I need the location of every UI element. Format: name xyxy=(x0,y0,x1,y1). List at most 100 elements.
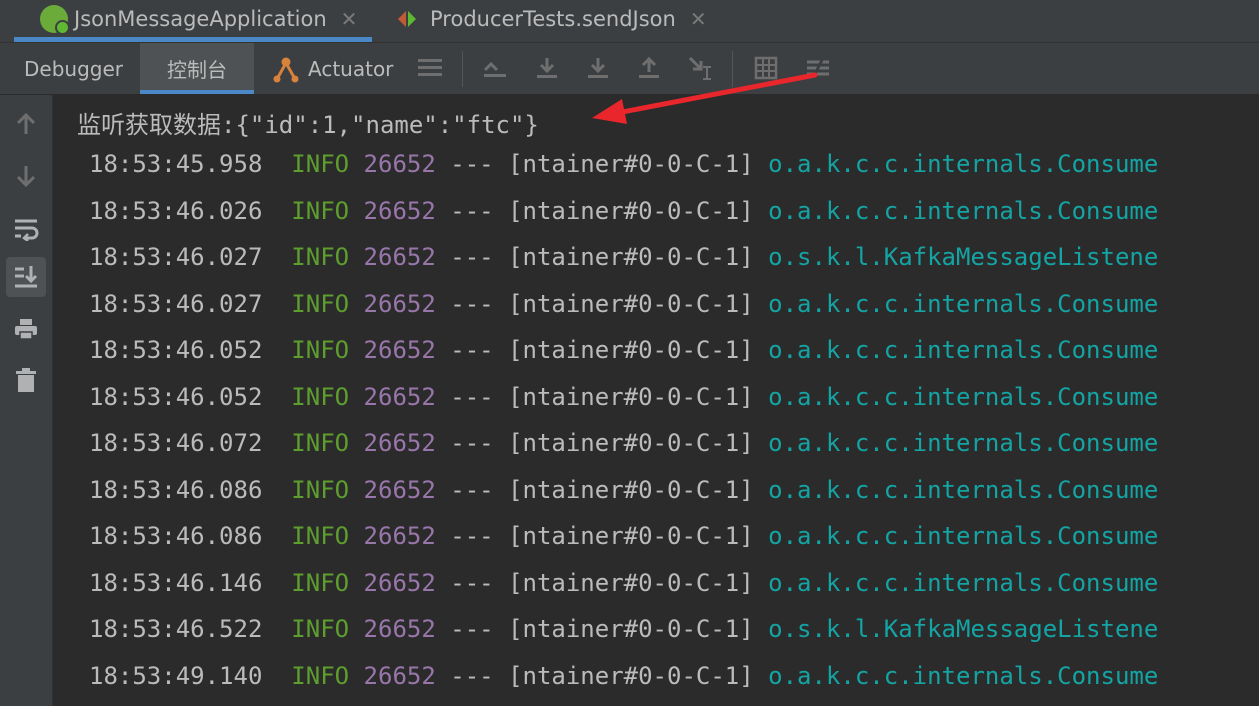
log-logger: o.s.k.l.KafkaMessageListene xyxy=(768,615,1159,643)
tab-actuator[interactable]: Actuator xyxy=(272,43,393,94)
log-logger: o.s.k.l.KafkaMessageListene xyxy=(768,243,1159,271)
log-separator: --- xyxy=(450,568,494,597)
log-timestamp: 18:53:46.522 xyxy=(89,615,263,643)
log-pid: 26652 xyxy=(363,382,436,411)
run-tab-producer-tests[interactable]: ProducerTests.sendJson ✕ xyxy=(398,0,707,38)
active-tab-indicator xyxy=(140,90,254,94)
tab-console[interactable]: 控制台 xyxy=(140,43,254,94)
test-run-icon xyxy=(398,10,420,28)
log-thread: [ntainer#0-0-C-1] xyxy=(508,429,754,457)
close-icon[interactable]: ✕ xyxy=(341,7,358,31)
log-pid: 26652 xyxy=(363,289,436,318)
log-thread: [ntainer#0-0-C-1] xyxy=(508,382,754,411)
step-over-icon[interactable] xyxy=(532,53,562,83)
log-separator: --- xyxy=(450,615,494,643)
log-thread: [ntainer#0-0-C-1] xyxy=(508,289,754,318)
log-separator: --- xyxy=(450,429,494,457)
log-line: 18:53:49.140 INFO 26652 --- [ntainer#0-0… xyxy=(89,662,1158,690)
toolbar-separator xyxy=(462,51,463,87)
log-pid: 26652 xyxy=(363,661,436,690)
step-into-icon[interactable] xyxy=(583,53,613,83)
run-tabs-bar: JsonMessageApplication ✕ ProducerTests.s… xyxy=(0,0,1259,43)
log-logger: o.a.k.c.c.internals.Consume xyxy=(768,522,1159,550)
clear-all-icon[interactable] xyxy=(11,365,41,395)
log-timestamp: 18:53:46.086 xyxy=(89,475,263,504)
run-to-cursor-icon[interactable] xyxy=(685,53,715,83)
log-separator: --- xyxy=(450,382,494,411)
log-timestamp: 18:53:46.027 xyxy=(89,243,263,271)
log-line: 18:53:46.086 INFO 26652 --- [ntainer#0-0… xyxy=(89,522,1158,550)
tab-label: 控制台 xyxy=(167,58,227,82)
log-logger: o.a.k.c.c.internals.Consume xyxy=(768,150,1159,178)
trace-icon[interactable] xyxy=(803,53,833,83)
evaluate-expression-icon[interactable] xyxy=(751,53,781,83)
log-line: 18:53:46.027 INFO 26652 --- [ntainer#0-0… xyxy=(89,290,1158,318)
run-tab-label: ProducerTests.sendJson xyxy=(430,7,676,31)
close-icon[interactable]: ✕ xyxy=(690,7,707,31)
log-line: 18:53:46.146 INFO 26652 --- [ntainer#0-0… xyxy=(89,569,1158,597)
log-thread: [ntainer#0-0-C-1] xyxy=(508,243,754,271)
log-pid: 26652 xyxy=(363,522,436,550)
log-separator: --- xyxy=(450,196,494,225)
log-thread: [ntainer#0-0-C-1] xyxy=(508,522,754,550)
actuator-icon xyxy=(272,55,300,83)
log-line: 18:53:46.086 INFO 26652 --- [ntainer#0-0… xyxy=(89,476,1158,504)
log-pid: 26652 xyxy=(363,475,436,504)
toolbar-separator xyxy=(732,51,733,87)
log-line: 18:53:46.052 INFO 26652 --- [ntainer#0-0… xyxy=(89,383,1158,411)
log-logger: o.a.k.c.c.internals.Consume xyxy=(768,568,1159,597)
log-line: 18:53:46.052 INFO 26652 --- [ntainer#0-0… xyxy=(89,336,1158,364)
log-separator: --- xyxy=(450,289,494,318)
log-thread: [ntainer#0-0-C-1] xyxy=(508,661,754,690)
log-level: INFO xyxy=(291,289,350,318)
log-timestamp: 18:53:46.086 xyxy=(89,522,263,550)
log-logger: o.a.k.c.c.internals.Consume xyxy=(768,289,1159,318)
log-pid: 26652 xyxy=(363,150,436,178)
console-output-line: 监听获取数据:{"id":1,"name":"ftc"} xyxy=(77,111,539,139)
run-tab-json-message-application[interactable]: JsonMessageApplication ✕ xyxy=(40,0,357,38)
console-output[interactable]: 监听获取数据:{"id":1,"name":"ftc"} 18:53:45.95… xyxy=(53,95,1259,706)
up-arrow-icon[interactable] xyxy=(11,109,41,139)
run-tab-label: JsonMessageApplication xyxy=(74,7,327,31)
log-line: 18:53:46.026 INFO 26652 --- [ntainer#0-0… xyxy=(89,197,1158,225)
log-level: INFO xyxy=(291,382,350,411)
log-timestamp: 18:53:46.027 xyxy=(89,289,263,318)
log-timestamp: 18:53:45.958 xyxy=(89,150,263,178)
log-timestamp: 18:53:46.072 xyxy=(89,429,263,457)
log-thread: [ntainer#0-0-C-1] xyxy=(508,150,754,178)
log-level: INFO xyxy=(291,150,350,178)
show-execution-point-icon[interactable] xyxy=(480,53,510,83)
spring-boot-icon xyxy=(40,5,70,35)
tab-label: Actuator xyxy=(308,56,394,81)
active-tab-indicator xyxy=(14,37,372,42)
log-separator: --- xyxy=(450,661,494,690)
tab-debugger[interactable]: Debugger xyxy=(24,43,123,94)
log-logger: o.a.k.c.c.internals.Consume xyxy=(768,336,1159,364)
log-pid: 26652 xyxy=(363,429,436,457)
log-level: INFO xyxy=(291,196,350,225)
log-timestamp: 18:53:46.026 xyxy=(89,196,263,225)
log-separator: --- xyxy=(450,150,494,178)
log-level: INFO xyxy=(291,243,350,271)
menu-icon[interactable] xyxy=(415,53,445,83)
log-pid: 26652 xyxy=(363,196,436,225)
scroll-to-end-icon[interactable] xyxy=(6,257,46,297)
log-logger: o.a.k.c.c.internals.Consume xyxy=(768,661,1159,690)
log-level: INFO xyxy=(291,615,350,643)
soft-wrap-icon[interactable] xyxy=(11,214,41,244)
console-gutter xyxy=(0,95,53,706)
log-level: INFO xyxy=(291,522,350,550)
log-level: INFO xyxy=(291,475,350,504)
step-out-icon[interactable] xyxy=(634,53,664,83)
log-pid: 26652 xyxy=(363,243,436,271)
log-logger: o.a.k.c.c.internals.Consume xyxy=(768,429,1159,457)
log-line: 18:53:46.027 INFO 26652 --- [ntainer#0-0… xyxy=(89,243,1158,271)
log-pid: 26652 xyxy=(363,568,436,597)
log-level: INFO xyxy=(291,429,350,457)
down-arrow-icon[interactable] xyxy=(11,161,41,191)
log-pid: 26652 xyxy=(363,336,436,364)
log-timestamp: 18:53:46.052 xyxy=(89,382,263,411)
log-thread: [ntainer#0-0-C-1] xyxy=(508,475,754,504)
log-thread: [ntainer#0-0-C-1] xyxy=(508,196,754,225)
print-icon[interactable] xyxy=(11,314,41,344)
